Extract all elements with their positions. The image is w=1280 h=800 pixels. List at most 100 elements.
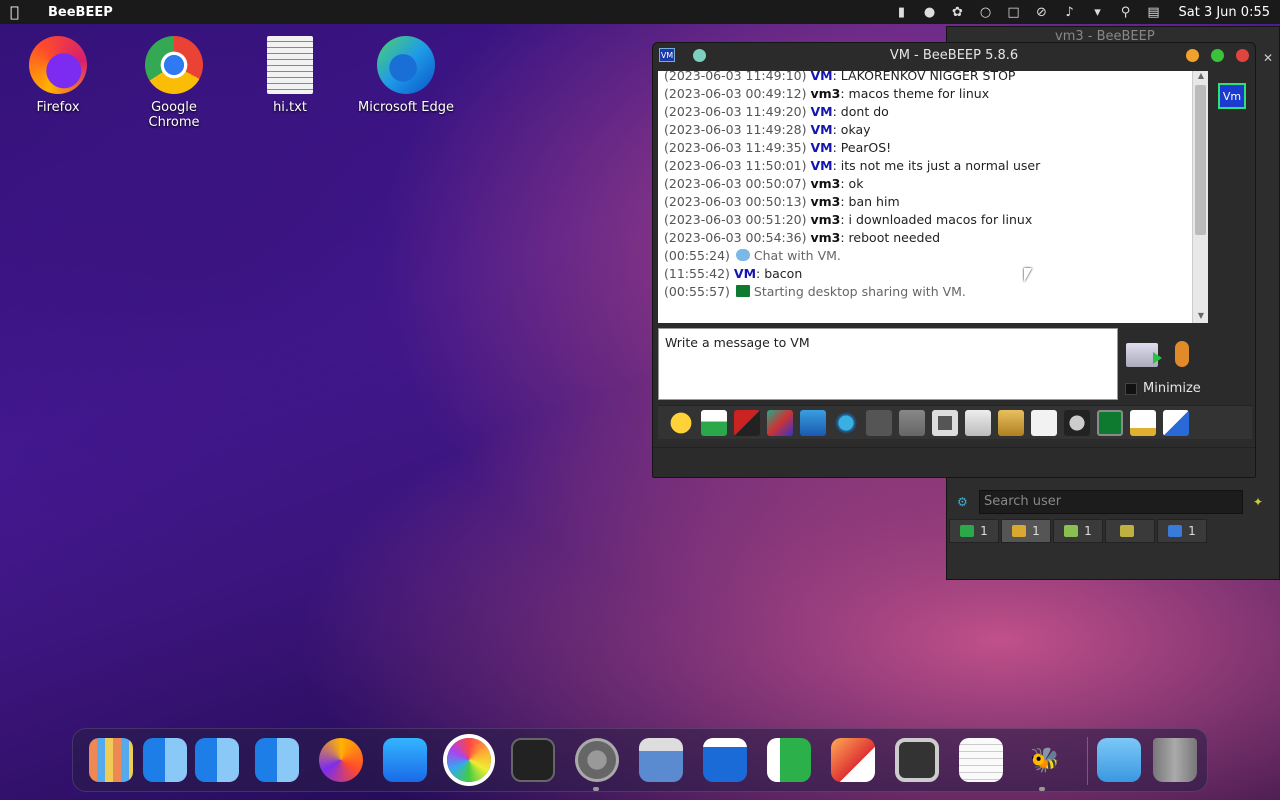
close-button[interactable]	[1236, 48, 1249, 62]
volume-icon[interactable]: ♪	[1061, 4, 1079, 20]
font-color-icon[interactable]	[767, 409, 793, 436]
spellcheck-icon[interactable]	[866, 409, 892, 436]
terminal-icon[interactable]	[511, 738, 555, 782]
users-icon[interactable]: ○	[977, 4, 995, 20]
message-user[interactable]: vm3	[811, 194, 841, 209]
save-icon[interactable]	[965, 409, 991, 436]
message-user[interactable]: vm3	[811, 230, 841, 245]
screenshot-icon[interactable]	[1064, 409, 1090, 436]
message-user[interactable]: VM	[811, 140, 833, 155]
scroll-down-icon[interactable]: ▼	[1193, 311, 1208, 323]
message-user[interactable]: vm3	[811, 176, 841, 191]
search-icon[interactable]: ⚲	[1117, 4, 1135, 20]
minimize-button[interactable]	[1186, 48, 1199, 62]
app-store-icon[interactable]	[383, 738, 427, 782]
spreadsheet-icon[interactable]	[767, 738, 811, 782]
control-center-icon[interactable]: ▤	[1145, 4, 1163, 20]
desktop-icon-firefox[interactable]: Firefox	[8, 36, 108, 115]
tab-users[interactable]: 1	[949, 519, 999, 543]
minimize-checkbox[interactable]	[1125, 382, 1137, 395]
tab-network[interactable]	[1105, 519, 1155, 543]
send-file-icon[interactable]	[701, 409, 727, 436]
html-icon[interactable]	[1031, 409, 1057, 436]
message-user[interactable]: VM	[811, 71, 833, 83]
scroll-up-icon[interactable]: ▲	[1193, 71, 1208, 83]
maximize-button[interactable]	[1211, 48, 1224, 62]
photos-icon[interactable]	[447, 738, 491, 782]
search-user-input[interactable]: Search user	[979, 490, 1243, 514]
note-icon[interactable]	[932, 409, 958, 436]
message-user[interactable]: vm3	[811, 212, 841, 227]
desktop-icon-edge[interactable]: Microsoft Edge	[356, 36, 456, 115]
user-vm-avatar[interactable]: Vm	[1218, 83, 1246, 109]
menubar-app-name[interactable]: BeeBEEP	[48, 5, 113, 20]
screenshot-icon[interactable]	[639, 738, 683, 782]
desktop-icon-label: Microsoft Edge	[357, 100, 454, 115]
back-window-tabs: 1 1 1 1	[949, 519, 1207, 543]
notes-icon[interactable]	[959, 738, 1003, 782]
user-side-column: Vm	[1216, 71, 1252, 131]
apple-icon[interactable]: 	[10, 3, 30, 21]
wand-icon[interactable]: ✦	[1253, 495, 1267, 509]
detach-icon[interactable]	[1163, 409, 1189, 436]
message-user[interactable]: VM	[811, 104, 833, 119]
microphone-icon[interactable]	[1175, 341, 1189, 367]
downloads-folder-icon[interactable]	[1097, 738, 1141, 782]
text-editor-icon[interactable]	[703, 738, 747, 782]
edit-icon[interactable]	[1130, 409, 1156, 436]
user-icon[interactable]: ●	[921, 4, 939, 20]
finder-icon[interactable]	[143, 738, 187, 782]
message-input[interactable]: Write a message to VM	[658, 328, 1118, 400]
close-icon[interactable]: ✕	[1263, 51, 1273, 65]
chat-history[interactable]: (2023-06-03 11:49:10) VM: LAKORENKOV NIG…	[658, 71, 1208, 323]
chat-window-titlebar[interactable]: VM VM - BeeBEEP 5.8.6	[653, 43, 1255, 67]
preview-icon[interactable]	[831, 738, 875, 782]
message-user[interactable]: VM	[811, 158, 833, 173]
system-preferences-icon[interactable]	[575, 738, 619, 782]
dictionary-icon[interactable]	[899, 409, 925, 436]
desktop-share-icon[interactable]	[1097, 409, 1123, 436]
clipboard-icon[interactable]: □	[1005, 4, 1023, 20]
message-user[interactable]: VM	[811, 122, 833, 137]
mute-icon[interactable]: ⊘	[1033, 4, 1051, 20]
network-tab-icon	[1120, 525, 1134, 537]
export-icon[interactable]	[998, 409, 1024, 436]
chat-message: (00:55:24) Chat with VM.	[664, 247, 1186, 265]
chat-bubble-icon	[735, 249, 750, 261]
tab-chats[interactable]: 1	[1053, 519, 1103, 543]
trash-icon[interactable]	[1153, 738, 1197, 782]
launchpad-icon[interactable]	[89, 738, 133, 782]
message-user[interactable]: vm3	[811, 86, 841, 101]
message-timestamp: (11:55:42)	[664, 266, 730, 281]
send-icon[interactable]	[1126, 343, 1162, 367]
chat-scrollbar[interactable]: ▲ ▼	[1192, 71, 1208, 323]
beebeep-icon[interactable]: 🐝	[1023, 738, 1067, 782]
chat-window[interactable]: VM VM - BeeBEEP 5.8.6 (2023-06-03 11:49:…	[652, 42, 1256, 478]
dock-separator	[1087, 737, 1088, 785]
emoticon-icon[interactable]	[668, 409, 694, 436]
message-user[interactable]: VM	[734, 266, 756, 281]
firefox-icon[interactable]	[319, 738, 363, 782]
message-timestamp: (2023-06-03 11:49:28)	[664, 122, 807, 137]
settings-icon[interactable]: ⚙	[957, 495, 971, 509]
minimize-option[interactable]: Minimize	[1125, 381, 1201, 396]
chat-toolbar	[658, 405, 1252, 439]
desktop-icon-hi-txt[interactable]: hi.txt	[240, 36, 340, 115]
filter-icon[interactable]	[800, 409, 826, 436]
menubar-clock[interactable]: Sat 3 Jun 0:55	[1179, 5, 1271, 20]
dropdown-icon[interactable]: ▾	[1089, 4, 1107, 20]
settings-icon[interactable]	[833, 409, 859, 436]
scrollbar-thumb[interactable]	[1195, 85, 1206, 235]
beebeep-tray-icon[interactable]: ✿	[949, 4, 967, 20]
minimize-label: Minimize	[1143, 381, 1201, 396]
battery-icon[interactable]: ▮	[893, 4, 911, 20]
cassette-icon[interactable]	[895, 738, 939, 782]
finder-icon[interactable]	[195, 738, 239, 782]
font-icon[interactable]	[734, 409, 760, 436]
finder-icon[interactable]	[255, 738, 299, 782]
tab-groups[interactable]: 1	[1001, 519, 1051, 543]
desktop-icon-chrome[interactable]: Google Chrome	[124, 36, 224, 130]
tab-files[interactable]: 1	[1157, 519, 1207, 543]
message-timestamp: (2023-06-03 11:49:20)	[664, 104, 807, 119]
menubar:  BeeBEEP ▮ ● ✿ ○ □ ⊘ ♪ ▾ ⚲ ▤ Sat 3 Jun …	[0, 0, 1280, 24]
